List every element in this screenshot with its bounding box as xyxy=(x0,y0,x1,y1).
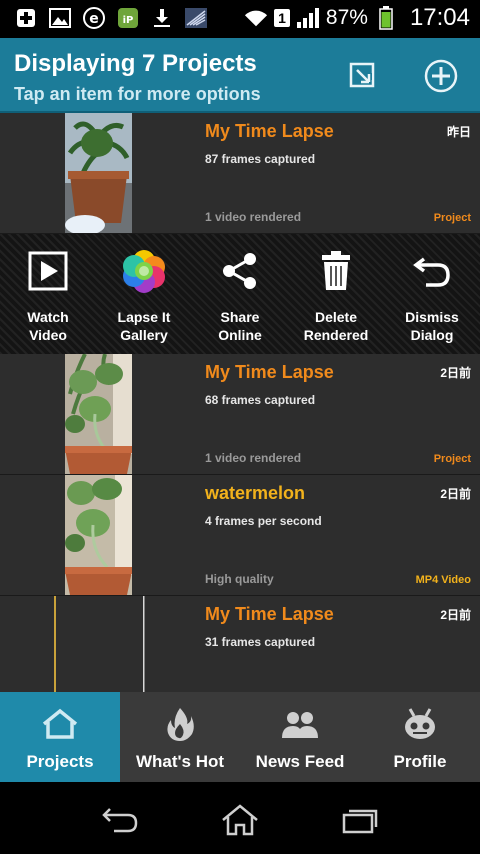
import-button[interactable] xyxy=(343,56,383,96)
lapse-it-gallery-label: Lapse It Gallery xyxy=(117,309,171,343)
list-item[interactable]: My Time Lapse 87 frames captured 1 video… xyxy=(0,113,480,234)
tab-profile-label: Profile xyxy=(393,752,447,771)
project-title: My Time Lapse xyxy=(205,362,334,382)
project-render-info: 1 video rendered xyxy=(205,451,302,465)
flame-icon xyxy=(120,704,240,744)
sim-slot-badge: 1 xyxy=(274,9,290,27)
clock: 17:04 xyxy=(409,4,470,31)
project-title: My Time Lapse xyxy=(205,604,334,624)
gallery-icon xyxy=(96,248,192,294)
robot-icon xyxy=(360,704,480,744)
project-thumbnail xyxy=(53,596,145,692)
bottom-tab-bar: Projects What's Hot News Feed Profile xyxy=(0,692,480,782)
plus-icon xyxy=(14,6,38,30)
delete-rendered-button[interactable]: Delete Rendered xyxy=(288,234,384,354)
video-thumbnail xyxy=(65,475,132,595)
project-frames: 68 frames captured xyxy=(205,393,316,407)
tab-news-feed-label: News Feed xyxy=(255,752,345,771)
add-project-button[interactable] xyxy=(421,56,461,96)
image-icon xyxy=(48,6,72,30)
home-nav-icon xyxy=(222,804,258,836)
home-button[interactable] xyxy=(216,800,264,840)
dismiss-dialog-button[interactable]: Dismiss Dialog xyxy=(384,234,480,354)
list-item[interactable]: watermelon 4 frames per second High qual… xyxy=(0,475,480,596)
share-online-button[interactable]: Share Online xyxy=(192,234,288,354)
project-frames: 31 frames captured xyxy=(205,635,316,649)
watch-video-button[interactable]: Watch Video xyxy=(0,234,96,354)
svg-text:iP: iP xyxy=(123,15,134,26)
project-title: My Time Lapse xyxy=(205,121,334,141)
svg-text:e: e xyxy=(89,11,99,27)
item-options-dialog: Watch Video Lapse It Gallery Share Onlin… xyxy=(0,234,480,354)
page-subtitle: Tap an item for more options xyxy=(14,84,261,104)
status-bar: e iP 1 87% 17:04 xyxy=(0,0,480,38)
tab-projects[interactable]: Projects xyxy=(0,692,120,782)
back-button[interactable] xyxy=(96,800,144,840)
project-thumbnail xyxy=(65,113,132,233)
system-status: 1 87% 17:04 xyxy=(244,4,470,32)
battery-percent: 87% xyxy=(325,6,368,29)
tab-projects-label: Projects xyxy=(26,752,94,771)
tab-whats-hot-label: What's Hot xyxy=(135,752,225,771)
list-item[interactable]: My Time Lapse 31 frames captured 2日前 xyxy=(0,596,480,692)
video-quality: High quality xyxy=(205,572,274,586)
project-frames: 87 frames captured xyxy=(205,152,316,166)
project-render-info: 1 video rendered xyxy=(205,210,302,224)
tab-news-feed[interactable]: News Feed xyxy=(240,692,360,782)
play-icon xyxy=(0,248,96,294)
share-online-label: Share Online xyxy=(218,309,262,343)
share-icon xyxy=(192,248,288,294)
project-time: 昨日 xyxy=(446,125,471,139)
tab-profile[interactable]: Profile xyxy=(360,692,480,782)
trash-icon xyxy=(288,248,384,294)
project-thumbnail xyxy=(65,354,132,474)
e-icon: e xyxy=(82,6,106,30)
page-title: Displaying 7 Projects xyxy=(14,50,257,77)
project-type: Project xyxy=(433,212,471,224)
recents-button[interactable] xyxy=(336,800,384,840)
video-title: watermelon xyxy=(205,483,306,503)
ip-icon: iP xyxy=(116,6,140,30)
undo-icon xyxy=(384,248,480,294)
video-time: 2日前 xyxy=(440,487,471,501)
dismiss-dialog-label: Dismiss Dialog xyxy=(405,309,459,343)
project-type: Project xyxy=(433,453,471,465)
tab-whats-hot[interactable]: What's Hot xyxy=(120,692,240,782)
cell-signal-icon xyxy=(296,6,320,30)
video-type: MP4 Video xyxy=(415,574,471,586)
download-icon xyxy=(150,6,174,30)
people-icon xyxy=(240,704,360,744)
project-time: 2日前 xyxy=(440,608,471,622)
project-list[interactable]: My Time Lapse 87 frames captured 1 video… xyxy=(0,113,480,692)
lapse-it-gallery-button[interactable]: Lapse It Gallery xyxy=(96,234,192,354)
back-icon xyxy=(102,808,138,833)
notification-icons: e iP xyxy=(14,6,208,30)
delete-rendered-label: Delete Rendered xyxy=(303,309,369,343)
action-bar: Displaying 7 Projects Tap an item for mo… xyxy=(0,38,480,113)
wifi-icon xyxy=(244,6,268,30)
system-nav-bar xyxy=(0,782,480,854)
project-time: 2日前 xyxy=(440,366,471,380)
video-fps: 4 frames per second xyxy=(205,514,322,528)
battery-icon xyxy=(374,6,398,30)
list-item[interactable]: My Time Lapse 68 frames captured 1 video… xyxy=(0,354,480,475)
import-icon xyxy=(349,62,375,88)
add-circle-icon xyxy=(424,59,458,93)
signal-app-icon xyxy=(184,6,208,30)
home-icon xyxy=(0,704,120,744)
watch-video-label: Watch Video xyxy=(27,309,69,343)
recents-icon xyxy=(342,809,378,834)
